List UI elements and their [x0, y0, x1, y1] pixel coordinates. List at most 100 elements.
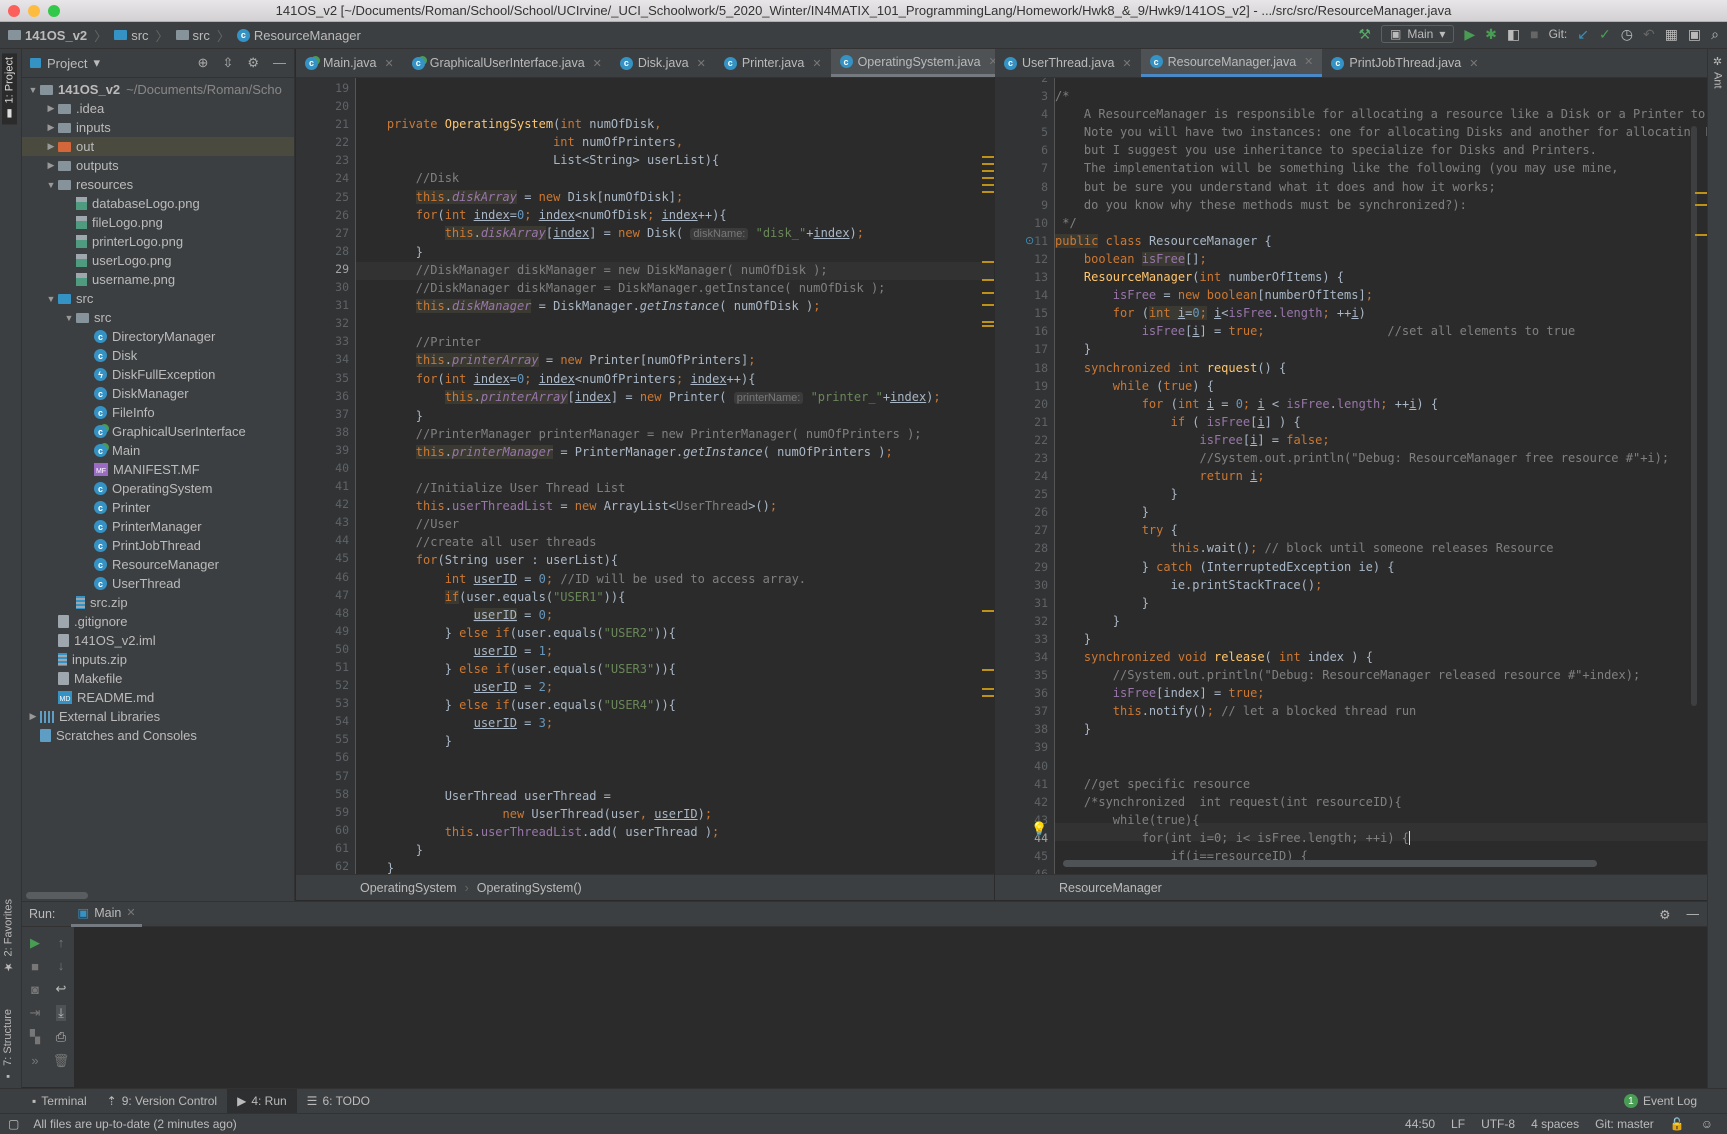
toggle-tool-windows-icon[interactable]: ▢ — [8, 1117, 19, 1131]
project-structure-icon[interactable]: ▦ — [1665, 26, 1678, 43]
editor-tab[interactable]: c GraphicalUserInterface.java ✕ — [403, 49, 611, 77]
close-tab-icon[interactable]: ✕ — [697, 57, 706, 70]
layout-icon[interactable]: ▚ — [30, 1029, 40, 1045]
crumb-method[interactable]: OperatingSystem() — [477, 881, 582, 895]
tree-item[interactable]: ▼ resources — [22, 175, 294, 194]
warning-mark[interactable] — [1695, 192, 1707, 194]
right-error-stripe[interactable] — [1695, 78, 1707, 874]
tree-item[interactable]: c PrinterManager — [22, 517, 294, 536]
code-content[interactable]: /* A ResourceManager is responsible for … — [1055, 78, 1707, 865]
tree-item[interactable]: ▶ out — [22, 137, 294, 156]
tool-window-favorites-tab[interactable]: ★ 2: Favorites — [2, 899, 16, 973]
arrow-up-icon[interactable]: ↑ — [58, 935, 65, 950]
event-log-button[interactable]: 1 Event Log — [1623, 1094, 1697, 1108]
lock-icon[interactable]: 🔓 — [1670, 1117, 1685, 1131]
collapsed-arrow-icon[interactable]: ▶ — [44, 122, 58, 133]
close-tab-icon[interactable]: ✕ — [593, 57, 602, 70]
editor-tab[interactable]: c Disk.java ✕ — [611, 49, 715, 77]
expanded-arrow-icon[interactable]: ▼ — [44, 294, 58, 304]
tool-window-project-tab[interactable]: ▮ 1: Project — [2, 53, 17, 125]
file-encoding[interactable]: UTF-8 — [1481, 1117, 1515, 1131]
warning-mark[interactable] — [982, 177, 994, 179]
warning-mark[interactable] — [982, 669, 994, 671]
warning-mark[interactable] — [982, 304, 994, 306]
warning-mark[interactable] — [1695, 204, 1707, 206]
tree-item[interactable]: ▶ outputs — [22, 156, 294, 175]
tree-item[interactable]: c Disk — [22, 346, 294, 365]
minimize-window-button[interactable] — [28, 5, 40, 17]
inspector-icon[interactable]: ☺ — [1701, 1117, 1713, 1131]
tree-item[interactable]: c GraphicalUserInterface — [22, 422, 294, 441]
git-commit-check-icon[interactable]: ✓ — [1599, 26, 1611, 43]
rerun-play-icon[interactable]: ▶ — [30, 935, 40, 951]
close-tab-icon[interactable]: ✕ — [1304, 55, 1313, 68]
indent-setting[interactable]: 4 spaces — [1531, 1117, 1579, 1131]
tree-item[interactable]: userLogo.png — [22, 251, 294, 270]
tree-item[interactable]: ▶ .idea — [22, 99, 294, 118]
build-hammer-icon[interactable]: ⚒ — [1358, 26, 1371, 43]
tree-item[interactable]: c UserThread — [22, 574, 294, 593]
tree-item[interactable]: databaseLogo.png — [22, 194, 294, 213]
crumb-class[interactable]: OperatingSystem — [360, 881, 457, 895]
git-update-icon[interactable]: ↙ — [1577, 26, 1589, 43]
tree-item[interactable]: c Printer — [22, 498, 294, 517]
trash-icon[interactable]: 🗑 — [53, 1053, 70, 1069]
chevron-down-icon[interactable]: ▾ — [93, 55, 100, 71]
tree-item[interactable]: MD README.md — [22, 688, 294, 707]
close-tab-icon[interactable]: ✕ — [812, 57, 821, 70]
search-icon[interactable]: ⌕ — [1711, 26, 1719, 43]
line-separator[interactable]: LF — [1451, 1117, 1465, 1131]
gear-icon[interactable]: ⚙ — [1659, 907, 1670, 922]
tree-item[interactable]: c Main — [22, 441, 294, 460]
breadcrumb-project[interactable]: 141OS_v2 — [25, 28, 87, 43]
warning-mark[interactable] — [982, 695, 994, 697]
warning-mark[interactable] — [982, 163, 994, 165]
run-tab-main[interactable]: ▣ Main ✕ — [71, 901, 142, 927]
collapsed-arrow-icon[interactable]: ▶ — [26, 711, 40, 722]
editor-tab[interactable]: c ResourceManager.java ✕ — [1140, 49, 1323, 77]
left-error-stripe[interactable] — [982, 78, 994, 874]
collapsed-arrow-icon[interactable]: ▶ — [44, 141, 58, 152]
warning-mark[interactable] — [982, 279, 994, 281]
collapsed-arrow-icon[interactable]: ▶ — [44, 160, 58, 171]
hide-minus-icon[interactable]: — — [273, 55, 286, 71]
editor-tab[interactable]: c Printer.java ✕ — [715, 49, 831, 77]
close-tab-icon[interactable]: ✕ — [1469, 57, 1478, 70]
tree-item[interactable]: c DiskManager — [22, 384, 294, 403]
crumb-class[interactable]: ResourceManager — [1059, 881, 1162, 895]
implemented-marker-icon[interactable]: ⊙ — [1025, 234, 1034, 247]
tree-item[interactable]: Scratches and Consoles — [22, 726, 294, 745]
collapsed-arrow-icon[interactable]: ▶ — [44, 103, 58, 114]
project-horizontal-scrollbar[interactable] — [26, 892, 88, 899]
tree-item[interactable]: fileLogo.png — [22, 213, 294, 232]
tree-item[interactable]: ϟ DiskFullException — [22, 365, 294, 384]
git-history-clock-icon[interactable]: ◷ — [1621, 26, 1633, 43]
tree-item[interactable]: src.zip — [22, 593, 294, 612]
warning-mark[interactable] — [982, 170, 994, 172]
gear-icon[interactable]: ⚙ — [247, 55, 259, 71]
camera-icon[interactable]: ◙ — [31, 982, 39, 997]
tree-item[interactable]: .gitignore — [22, 612, 294, 631]
bottom-tab-vcs[interactable]: ⇡ 9: Version Control — [97, 1089, 227, 1113]
tree-item[interactable]: ▶ inputs — [22, 118, 294, 137]
editor-tab[interactable]: c OperatingSystem.java ✕ — [830, 49, 1007, 77]
expanded-arrow-icon[interactable]: ▼ — [62, 313, 76, 323]
bottom-tab-terminal[interactable]: ▪ Terminal — [22, 1089, 97, 1113]
tree-item[interactable]: printerLogo.png — [22, 232, 294, 251]
coverage-icon[interactable]: ◧ — [1507, 26, 1520, 43]
warning-mark[interactable] — [982, 610, 994, 612]
zoom-window-button[interactable] — [48, 5, 60, 17]
tree-item[interactable]: ▼ src — [22, 289, 294, 308]
locate-target-icon[interactable]: ⊕ — [198, 55, 209, 71]
tree-item[interactable]: MF MANIFEST.MF — [22, 460, 294, 479]
tree-item[interactable]: username.png — [22, 270, 294, 289]
warning-mark[interactable] — [982, 191, 994, 193]
tree-item[interactable]: ▶ External Libraries — [22, 707, 294, 726]
right-code-editor[interactable]: 2 3 4 5 6 7 8 9 10 11 12 13 14 15 16 17 18 19 20 21 22 23 24 25… — [995, 78, 1707, 874]
arrow-down-icon[interactable]: ↓ — [58, 958, 65, 973]
warning-mark[interactable] — [1695, 234, 1707, 236]
editor-tab[interactable]: c UserThread.java ✕ — [995, 49, 1141, 77]
editor-tab[interactable]: c Main.java ✕ — [296, 49, 403, 77]
project-view-select[interactable]: Project — [47, 56, 87, 71]
debug-bug-icon[interactable]: ✱ — [1485, 26, 1497, 43]
